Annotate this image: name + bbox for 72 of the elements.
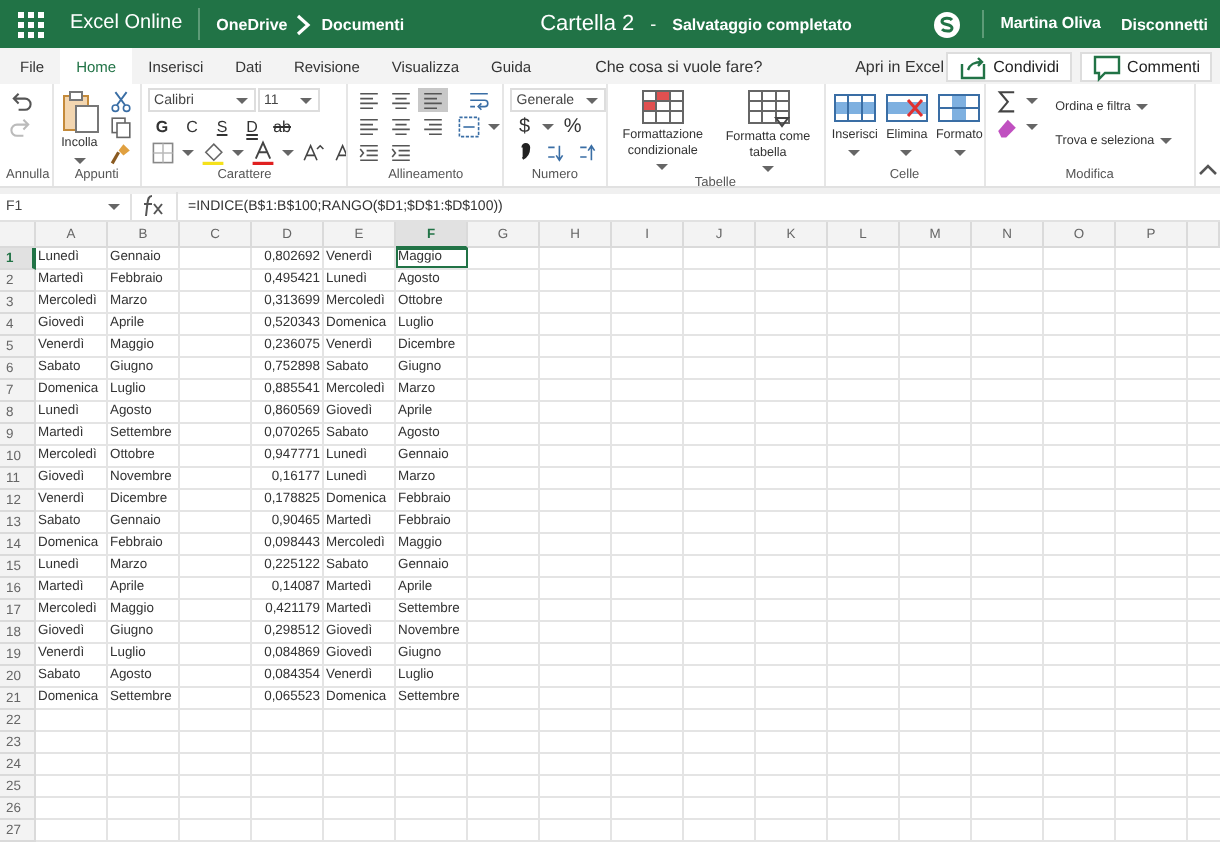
cut-button[interactable] bbox=[105, 88, 136, 112]
user-name[interactable]: Martina Oliva bbox=[982, 10, 1101, 38]
caret-icon bbox=[298, 93, 315, 107]
cut-icon bbox=[108, 88, 133, 112]
fill-color-button[interactable] bbox=[198, 140, 229, 164]
caret-icon bbox=[71, 153, 88, 167]
font-style-button[interactable]: ab bbox=[268, 114, 297, 138]
grow-font-button[interactable] bbox=[298, 140, 329, 164]
font-style-button[interactable]: D bbox=[238, 114, 267, 138]
font-color-icon bbox=[251, 138, 276, 166]
align-bottom-button[interactable] bbox=[418, 88, 449, 112]
align-left-icon bbox=[357, 114, 382, 138]
redo-icon bbox=[9, 114, 33, 138]
caret-icon bbox=[234, 93, 251, 107]
comments-button[interactable]: Commenti bbox=[1079, 51, 1212, 81]
undo-button[interactable] bbox=[6, 88, 36, 112]
align-top-icon bbox=[357, 88, 382, 112]
align-right-icon bbox=[421, 114, 446, 138]
format-painter-button[interactable] bbox=[105, 140, 136, 164]
share-button[interactable]: Condividi bbox=[945, 51, 1072, 81]
font-color-button[interactable] bbox=[248, 140, 279, 164]
grow-font-icon bbox=[301, 140, 326, 164]
format-painter-icon bbox=[108, 140, 133, 164]
caret-icon bbox=[654, 160, 671, 174]
eraser-icon bbox=[994, 114, 1019, 138]
file-title[interactable]: Cartella 2 bbox=[540, 12, 635, 36]
app-name: Excel Online bbox=[58, 8, 201, 40]
indent-icon bbox=[357, 140, 382, 164]
caret-icon bbox=[106, 200, 122, 214]
save-status: Salvataggio completato bbox=[672, 15, 852, 33]
number-format-button[interactable]: $ bbox=[510, 114, 539, 138]
app-launcher-icon[interactable] bbox=[16, 9, 46, 39]
caret-icon bbox=[846, 145, 863, 159]
wrap-text-icon bbox=[466, 88, 491, 112]
merge-icon bbox=[457, 114, 482, 138]
chat-icon[interactable] bbox=[932, 9, 963, 39]
comment-icon bbox=[1091, 51, 1122, 81]
caret-icon bbox=[230, 145, 247, 159]
caret-icon bbox=[540, 119, 557, 133]
caret-icon bbox=[760, 162, 776, 176]
align-bottom-icon bbox=[421, 88, 446, 112]
copy-icon bbox=[108, 114, 133, 138]
fill-color-icon bbox=[201, 138, 226, 166]
font-style-button[interactable]: C bbox=[178, 114, 207, 138]
caret-icon bbox=[486, 119, 503, 133]
caret-icon bbox=[951, 145, 968, 159]
share-icon bbox=[957, 51, 988, 81]
search-field[interactable]: Che cosa si vuole fare? bbox=[595, 57, 816, 75]
merge-button[interactable] bbox=[454, 114, 485, 138]
outdent-icon bbox=[389, 140, 414, 164]
borders-icon bbox=[151, 140, 176, 164]
title-separator: - bbox=[650, 14, 657, 34]
caret-icon bbox=[898, 145, 915, 159]
font-style-button[interactable]: G bbox=[148, 114, 177, 138]
caret-icon bbox=[280, 145, 297, 159]
caret-icon bbox=[180, 145, 197, 159]
align-middle-icon bbox=[389, 88, 414, 112]
caret-icon bbox=[1134, 99, 1151, 113]
copy-button[interactable] bbox=[105, 114, 136, 138]
caret-icon bbox=[584, 93, 601, 107]
collapse-ribbon-icon[interactable] bbox=[1196, 160, 1220, 178]
undo-icon bbox=[9, 88, 33, 112]
open-in-desktop-link[interactable]: Apri in Excel bbox=[855, 57, 946, 75]
borders-button[interactable] bbox=[148, 140, 179, 164]
breadcrumb-link[interactable]: OneDrive bbox=[216, 15, 288, 33]
align-center-icon bbox=[389, 114, 414, 138]
font-style-button[interactable]: S bbox=[208, 114, 237, 138]
number-format-button[interactable]: % bbox=[558, 114, 587, 138]
sign-out-link[interactable]: Disconnetti bbox=[1120, 15, 1208, 33]
sum-icon bbox=[994, 88, 1019, 112]
breadcrumb-link[interactable]: Documenti bbox=[321, 15, 405, 33]
caret-icon bbox=[1158, 133, 1175, 147]
